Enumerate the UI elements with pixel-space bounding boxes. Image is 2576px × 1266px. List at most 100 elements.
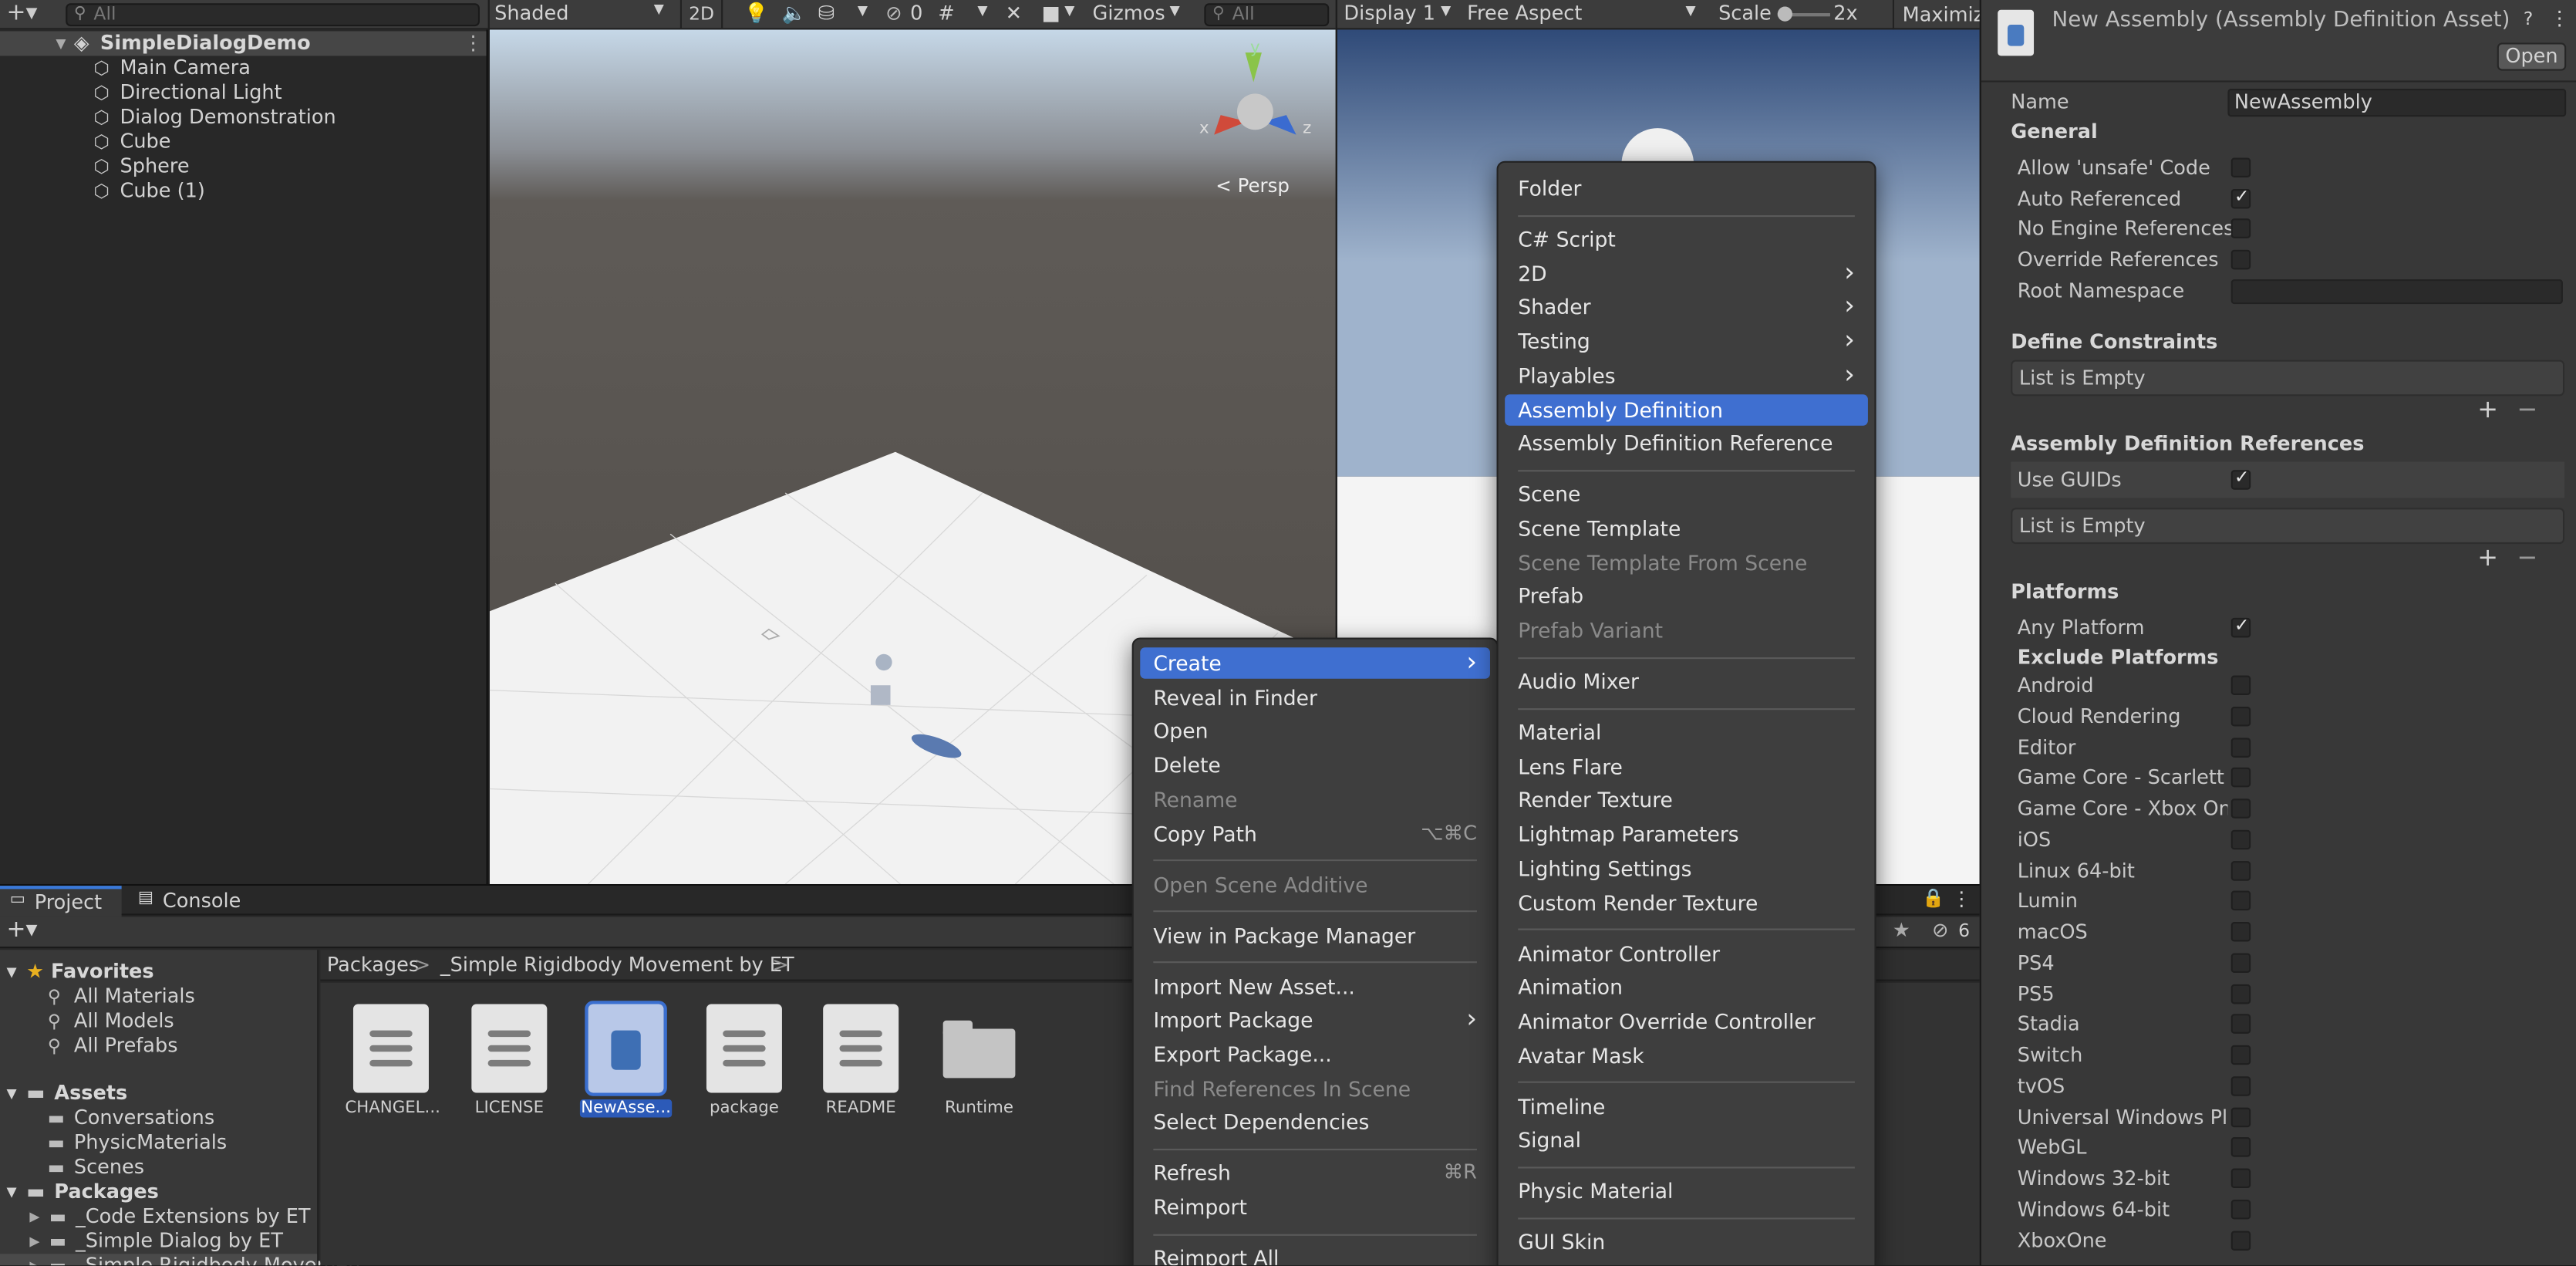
expand-arrow-icon[interactable]: ▼	[7, 1082, 17, 1106]
menu-item-open[interactable]: Open	[1140, 715, 1490, 746]
root-namespace-field[interactable]	[2230, 279, 2563, 305]
lighting-icon[interactable]: 💡	[744, 2, 769, 25]
scene-search-input[interactable]: ⚲ All	[1204, 3, 1330, 27]
menu-item-import-package[interactable]: Import Package ›	[1140, 1004, 1490, 1035]
menu-item-reveal-in-finder[interactable]: Reveal in Finder	[1140, 681, 1490, 712]
menu-item-testing[interactable]: Testing ›	[1505, 325, 1868, 356]
remove-icon[interactable]: −	[2517, 394, 2537, 424]
general-option-checkbox[interactable]	[2230, 249, 2251, 270]
persp-label[interactable]: < Persp	[1216, 174, 1290, 197]
asset-runtime-folder[interactable]: Runtime	[933, 1004, 1025, 1117]
menu-item-assembly-definition[interactable]: Assembly Definition	[1505, 393, 1868, 425]
menu-item-animation[interactable]: Animation	[1505, 971, 1868, 1002]
general-option-checkbox[interactable]	[2230, 157, 2251, 178]
menu-item-lighting-settings[interactable]: Lighting Settings	[1505, 852, 1868, 883]
menu-item-physic-material[interactable]: Physic Material	[1505, 1176, 1868, 1207]
dropdown-arrow-icon[interactable]: ▼	[977, 3, 987, 18]
tree-item[interactable]: ⚲ All Materials	[0, 984, 317, 1009]
platform-checkbox[interactable]	[2230, 891, 2251, 911]
menu-item-audio-mixer[interactable]: Audio Mixer	[1505, 666, 1868, 697]
hidden-objects-icon[interactable]: ⊘	[885, 2, 902, 25]
remove-icon[interactable]: −	[2517, 542, 2537, 572]
tab-console[interactable]: ▤ Console	[131, 886, 246, 915]
menu-item-import-new-asset[interactable]: Import New Asset...	[1140, 971, 1490, 1001]
menu-item-c-script[interactable]: C# Script	[1505, 224, 1868, 255]
orientation-gizmo[interactable]	[1188, 42, 1319, 157]
star-filter-icon[interactable]: ★	[1893, 919, 1910, 942]
asset-newassembly[interactable]: NewAsse...	[579, 1001, 673, 1118]
menu-item-shader[interactable]: Shader ›	[1505, 291, 1868, 322]
platform-checkbox[interactable]	[2230, 737, 2251, 757]
asset-package[interactable]: package	[698, 1004, 790, 1117]
platform-checkbox[interactable]	[2230, 1137, 2251, 1158]
general-option-checkbox[interactable]	[2230, 219, 2251, 239]
display-dropdown[interactable]: Display 1	[1344, 2, 1435, 25]
asset-license[interactable]: LICENSE	[464, 1004, 555, 1117]
hierarchy-item[interactable]: ⬡ Main Camera	[0, 56, 487, 80]
platform-checkbox[interactable]	[2230, 706, 2251, 726]
dropdown-arrow-icon[interactable]: ▼	[1170, 3, 1180, 18]
menu-item-gui-skin[interactable]: GUI Skin	[1505, 1227, 1868, 1258]
tree-item[interactable]: ▬ Scenes	[0, 1155, 317, 1180]
menu-item-scene[interactable]: Scene	[1505, 478, 1868, 509]
expand-arrow-icon[interactable]: ▶	[29, 1254, 39, 1266]
menu-item-2d[interactable]: 2D ›	[1505, 257, 1868, 289]
menu-item-animator-override-controller[interactable]: Animator Override Controller	[1505, 1005, 1868, 1036]
hierarchy-search-input[interactable]: ⚲ All	[66, 3, 480, 27]
collapse-arrow-icon[interactable]: ▼	[56, 31, 66, 56]
platform-checkbox[interactable]	[2230, 952, 2251, 973]
tree-item[interactable]: ⚲ All Prefabs	[0, 1034, 317, 1058]
add-icon[interactable]: +▾	[7, 1, 38, 26]
menu-item-lens-flare[interactable]: Lens Flare	[1505, 751, 1868, 782]
platform-checkbox[interactable]	[2230, 860, 2251, 880]
2d-toggle[interactable]: 2D	[679, 0, 723, 29]
menu-item-animator-controller[interactable]: Animator Controller	[1505, 937, 1868, 968]
breadcrumb-packages[interactable]: Packages	[327, 950, 419, 981]
open-button[interactable]: Open	[2497, 42, 2567, 71]
menu-item-create[interactable]: Create ›	[1140, 647, 1491, 679]
expand-arrow-icon[interactable]: ▶	[29, 1204, 39, 1229]
scale-slider[interactable]	[1777, 6, 1830, 22]
tree-item[interactable]: ⚲ All Models	[0, 1009, 317, 1034]
add-icon[interactable]: +▾	[7, 918, 38, 944]
platform-checkbox[interactable]	[2230, 1199, 2251, 1220]
platform-checkbox[interactable]	[2230, 1045, 2251, 1065]
asset-readme[interactable]: README	[815, 1004, 907, 1117]
platform-checkbox[interactable]	[2230, 1230, 2251, 1250]
shading-dropdown[interactable]: Shaded	[494, 2, 568, 25]
gizmos-button[interactable]: Gizmos	[1093, 2, 1165, 25]
maximize-button[interactable]: Maximiz	[1892, 0, 1980, 30]
general-option-checkbox[interactable]	[2230, 185, 2251, 208]
dropdown-arrow-icon[interactable]: ▼	[1064, 3, 1074, 18]
more-icon[interactable]: ⋮	[464, 31, 484, 56]
hierarchy-root[interactable]: ▼ ◈ SimpleDialogDemo ⋮	[0, 31, 487, 56]
name-field[interactable]: NewAssembly	[2227, 89, 2567, 117]
menu-item-avatar-mask[interactable]: Avatar Mask	[1505, 1039, 1868, 1070]
breadcrumb-package[interactable]: _Simple Rigidbody Movement by ET	[440, 950, 794, 981]
menu-item-select-dependencies[interactable]: Select Dependencies	[1140, 1106, 1490, 1137]
favorites-header[interactable]: ▼ ★ Favorites	[0, 960, 317, 984]
expand-arrow-icon[interactable]: ▼	[7, 1180, 17, 1204]
platform-checkbox[interactable]	[2230, 921, 2251, 942]
tree-item[interactable]: ▬ PhysicMaterials	[0, 1131, 317, 1156]
effects-icon[interactable]: ⛁	[818, 2, 835, 25]
menu-item-lightmap-parameters[interactable]: Lightmap Parameters	[1505, 819, 1868, 849]
menu-item-refresh[interactable]: Refresh ⌘R	[1140, 1157, 1490, 1188]
tools-icon[interactable]: ✕	[1006, 2, 1022, 25]
menu-item-delete[interactable]: Delete	[1140, 750, 1490, 781]
menu-item-material[interactable]: Material	[1505, 717, 1868, 748]
slider-handle[interactable]	[1777, 6, 1792, 22]
use-guids-checkbox[interactable]	[2230, 467, 2251, 490]
tree-item[interactable]: ▶ ▬ _Simple Rigidbody Movemen	[0, 1254, 360, 1266]
hidden-packages-icon[interactable]: ⊘	[1932, 919, 1948, 942]
platform-checkbox[interactable]	[2230, 1106, 2251, 1127]
more-icon[interactable]: ⋮	[2550, 7, 2570, 30]
menu-item-timeline[interactable]: Timeline	[1505, 1091, 1868, 1122]
platform-checkbox[interactable]	[2230, 675, 2251, 696]
hierarchy-item[interactable]: ⬡ Sphere	[0, 154, 487, 179]
lock-icon[interactable]: 🔒	[1922, 887, 1944, 909]
hierarchy-item[interactable]: ⬡ Dialog Demonstration	[0, 105, 487, 130]
menu-item-reimport-all[interactable]: Reimport All	[1140, 1242, 1490, 1266]
menu-item-reimport[interactable]: Reimport	[1140, 1191, 1490, 1222]
hierarchy-item[interactable]: ⬡ Cube (1)	[0, 179, 487, 204]
